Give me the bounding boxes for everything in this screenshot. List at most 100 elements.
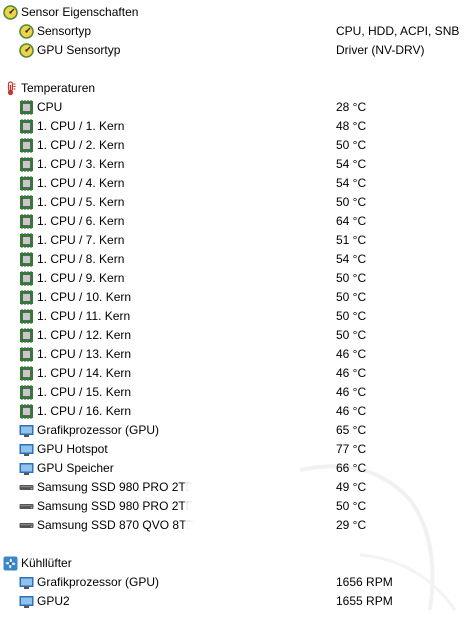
redaction-smudge — [185, 500, 295, 513]
chip-icon — [19, 271, 34, 286]
temp-item-1-cpu-15-kern[interactable]: 1. CPU / 15. Kern 46 °C — [0, 383, 471, 402]
temp-item-samsung-ssd-980-pro-2tb[interactable]: Samsung SSD 980 PRO 2TB 50 °C — [0, 497, 471, 516]
temp-item-1-cpu-9-kern[interactable]: 1. CPU / 9. Kern 50 °C — [0, 269, 471, 288]
temp-item-1-cpu-11-kern[interactable]: 1. CPU / 11. Kern 50 °C — [0, 307, 471, 326]
chip-icon — [19, 309, 34, 324]
item-value: 50 °C — [336, 138, 367, 152]
item-value: 50 °C — [336, 499, 367, 513]
item-value: 50 °C — [336, 290, 367, 304]
temp-item-1-cpu-16-kern[interactable]: 1. CPU / 16. Kern 46 °C — [0, 402, 471, 421]
temp-item-1-cpu-12-kern[interactable]: 1. CPU / 12. Kern 50 °C — [0, 326, 471, 345]
item-value: 46 °C — [336, 347, 367, 361]
temp-item-1-cpu-1-kern[interactable]: 1. CPU / 1. Kern 48 °C — [0, 117, 471, 136]
gpu-icon — [19, 423, 34, 438]
item-label: Samsung SSD 870 QVO 8TB — [37, 518, 195, 532]
fan-item-grafikprozessor-gpu[interactable]: Grafikprozessor (GPU) 1656 RPM — [0, 573, 471, 592]
sensor-gauge-icon — [19, 24, 34, 39]
item-value: 46 °C — [336, 366, 367, 380]
fan-item-gpu2[interactable]: GPU2 1655 RPM — [0, 592, 471, 611]
gpu-icon — [19, 594, 34, 609]
gpu-icon — [19, 442, 34, 457]
cooling-fans-section[interactable]: Kühllüfter — [0, 554, 471, 573]
item-label: Sensortyp — [37, 24, 92, 38]
section-label: Kühllüfter — [21, 556, 72, 570]
chip-icon — [19, 252, 34, 267]
gpu-icon — [19, 575, 34, 590]
drive-icon — [19, 480, 34, 495]
item-value: 29 °C — [336, 518, 367, 532]
redaction-smudge — [185, 519, 295, 532]
temp-item-1-cpu-5-kern[interactable]: 1. CPU / 5. Kern 50 °C — [0, 193, 471, 212]
item-label: 1. CPU / 11. Kern — [37, 309, 131, 323]
temp-item-samsung-ssd-870-qvo-8tb[interactable]: Samsung SSD 870 QVO 8TB 29 °C — [0, 516, 471, 535]
item-label: 1. CPU / 14. Kern — [37, 366, 132, 380]
temp-item-1-cpu-4-kern[interactable]: 1. CPU / 4. Kern 54 °C — [0, 174, 471, 193]
item-label: CPU — [37, 100, 63, 114]
item-value: 46 °C — [336, 404, 367, 418]
drive-icon — [19, 499, 34, 514]
sensor-item-sensortyp[interactable]: Sensortyp CPU, HDD, ACPI, SNB — [0, 22, 471, 41]
item-label: GPU Hotspot — [37, 442, 108, 456]
chip-icon — [19, 233, 34, 248]
item-label: 1. CPU / 9. Kern — [37, 271, 125, 285]
item-value: 54 °C — [336, 176, 367, 190]
item-label: 1. CPU / 5. Kern — [37, 195, 125, 209]
section-label: Temperaturen — [21, 81, 96, 95]
temp-item-samsung-ssd-980-pro-2tb[interactable]: Samsung SSD 980 PRO 2TB 49 °C — [0, 478, 471, 497]
item-value: CPU, HDD, ACPI, SNB — [336, 24, 460, 38]
section-label: Sensor Eigenschaften — [21, 5, 139, 19]
item-label: GPU Sensortyp — [37, 43, 121, 57]
item-value: 50 °C — [336, 195, 367, 209]
temp-item-cpu[interactable]: CPU 28 °C — [0, 98, 471, 117]
chip-icon — [19, 176, 34, 191]
chip-icon — [19, 138, 34, 153]
item-value: 46 °C — [336, 385, 367, 399]
item-value: 1656 RPM — [336, 575, 393, 589]
chip-icon — [19, 157, 34, 172]
item-label: Samsung SSD 980 PRO 2TB — [37, 480, 194, 494]
item-label: 1. CPU / 4. Kern — [37, 176, 125, 190]
item-value: 54 °C — [336, 252, 367, 266]
item-value: 51 °C — [336, 233, 367, 247]
sensor-gauge-icon — [3, 5, 18, 20]
drive-icon — [19, 518, 34, 533]
temp-item-gpu-hotspot[interactable]: GPU Hotspot 77 °C — [0, 440, 471, 459]
item-label: 1. CPU / 10. Kern — [37, 290, 132, 304]
temp-item-1-cpu-6-kern[interactable]: 1. CPU / 6. Kern 64 °C — [0, 212, 471, 231]
item-label: 1. CPU / 16. Kern — [37, 404, 132, 418]
item-value: 66 °C — [336, 461, 367, 475]
item-label: 1. CPU / 12. Kern — [37, 328, 132, 342]
temp-item-1-cpu-10-kern[interactable]: 1. CPU / 10. Kern 50 °C — [0, 288, 471, 307]
item-value: 28 °C — [336, 100, 367, 114]
sensor-properties-section[interactable]: Sensor Eigenschaften — [0, 3, 471, 22]
item-value: 54 °C — [336, 157, 367, 171]
item-label: Grafikprozessor (GPU) — [37, 575, 160, 589]
temp-item-1-cpu-8-kern[interactable]: 1. CPU / 8. Kern 54 °C — [0, 250, 471, 269]
chip-icon — [19, 366, 34, 381]
item-label: 1. CPU / 3. Kern — [37, 157, 125, 171]
chip-icon — [19, 404, 34, 419]
chip-icon — [19, 385, 34, 400]
temp-item-1-cpu-2-kern[interactable]: 1. CPU / 2. Kern 50 °C — [0, 136, 471, 155]
item-label: 1. CPU / 8. Kern — [37, 252, 125, 266]
item-label: GPU2 — [37, 594, 70, 608]
item-value: 49 °C — [336, 480, 367, 494]
gpu-icon — [19, 461, 34, 476]
temp-item-1-cpu-14-kern[interactable]: 1. CPU / 14. Kern 46 °C — [0, 364, 471, 383]
item-value: 64 °C — [336, 214, 367, 228]
item-label: 1. CPU / 15. Kern — [37, 385, 132, 399]
temp-item-gpu-speicher[interactable]: GPU Speicher 66 °C — [0, 459, 471, 478]
temperatures-section[interactable]: Temperaturen — [0, 79, 471, 98]
item-value: 50 °C — [336, 271, 367, 285]
item-value: Driver (NV-DRV) — [336, 43, 425, 57]
temp-item-1-cpu-7-kern[interactable]: 1. CPU / 7. Kern 51 °C — [0, 231, 471, 250]
item-label: 1. CPU / 6. Kern — [37, 214, 125, 228]
item-label: Samsung SSD 980 PRO 2TB — [37, 499, 194, 513]
chip-icon — [19, 290, 34, 305]
sensor-item-gpu-sensortyp[interactable]: GPU Sensortyp Driver (NV-DRV) — [0, 41, 471, 60]
temp-item-grafikprozessor-gpu[interactable]: Grafikprozessor (GPU) 65 °C — [0, 421, 471, 440]
temp-item-1-cpu-13-kern[interactable]: 1. CPU / 13. Kern 46 °C — [0, 345, 471, 364]
item-value: 50 °C — [336, 309, 367, 323]
temp-item-1-cpu-3-kern[interactable]: 1. CPU / 3. Kern 54 °C — [0, 155, 471, 174]
chip-icon — [19, 347, 34, 362]
